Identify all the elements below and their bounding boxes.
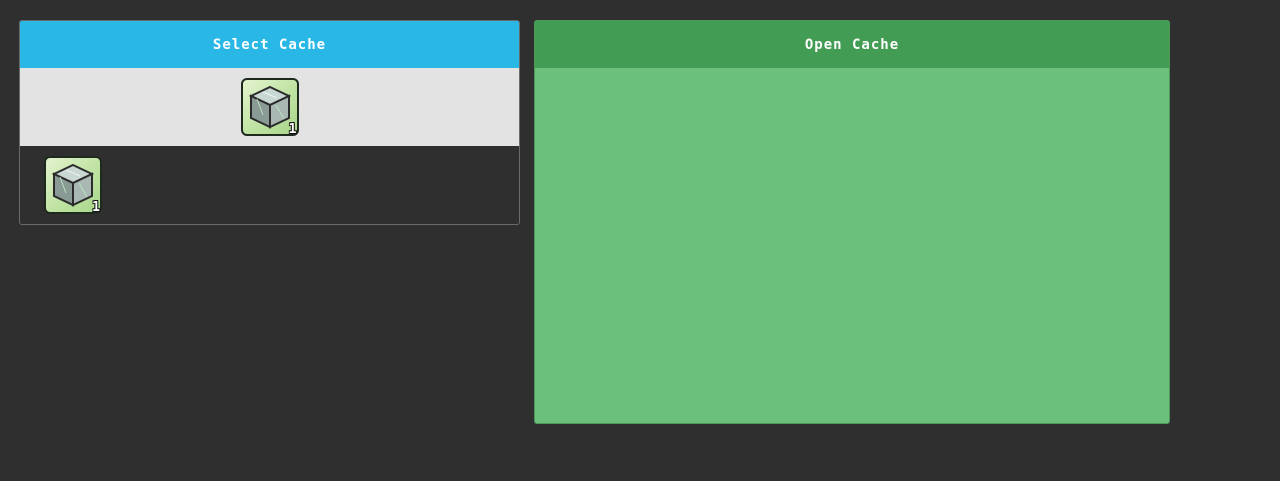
cache-list-item[interactable]: 1	[44, 156, 102, 214]
selected-cache-row: 1	[20, 68, 519, 146]
cache-count: 1	[92, 200, 100, 215]
open-cache-title: Open Cache	[804, 36, 900, 53]
select-cache-title: Select Cache	[212, 36, 327, 53]
open-cache-header: Open Cache	[535, 21, 1169, 68]
cache-count: 1	[288, 122, 297, 137]
cache-cube-icon	[52, 163, 94, 207]
open-cache-panel: Open Cache	[534, 20, 1170, 424]
cache-list: 1	[20, 146, 519, 224]
select-cache-header: Select Cache	[20, 21, 519, 68]
selected-cache-item[interactable]: 1	[240, 78, 299, 137]
cache-cube-icon	[248, 85, 291, 129]
open-cache-body	[535, 68, 1169, 423]
select-cache-panel: Select Cache 1 1	[19, 20, 520, 225]
